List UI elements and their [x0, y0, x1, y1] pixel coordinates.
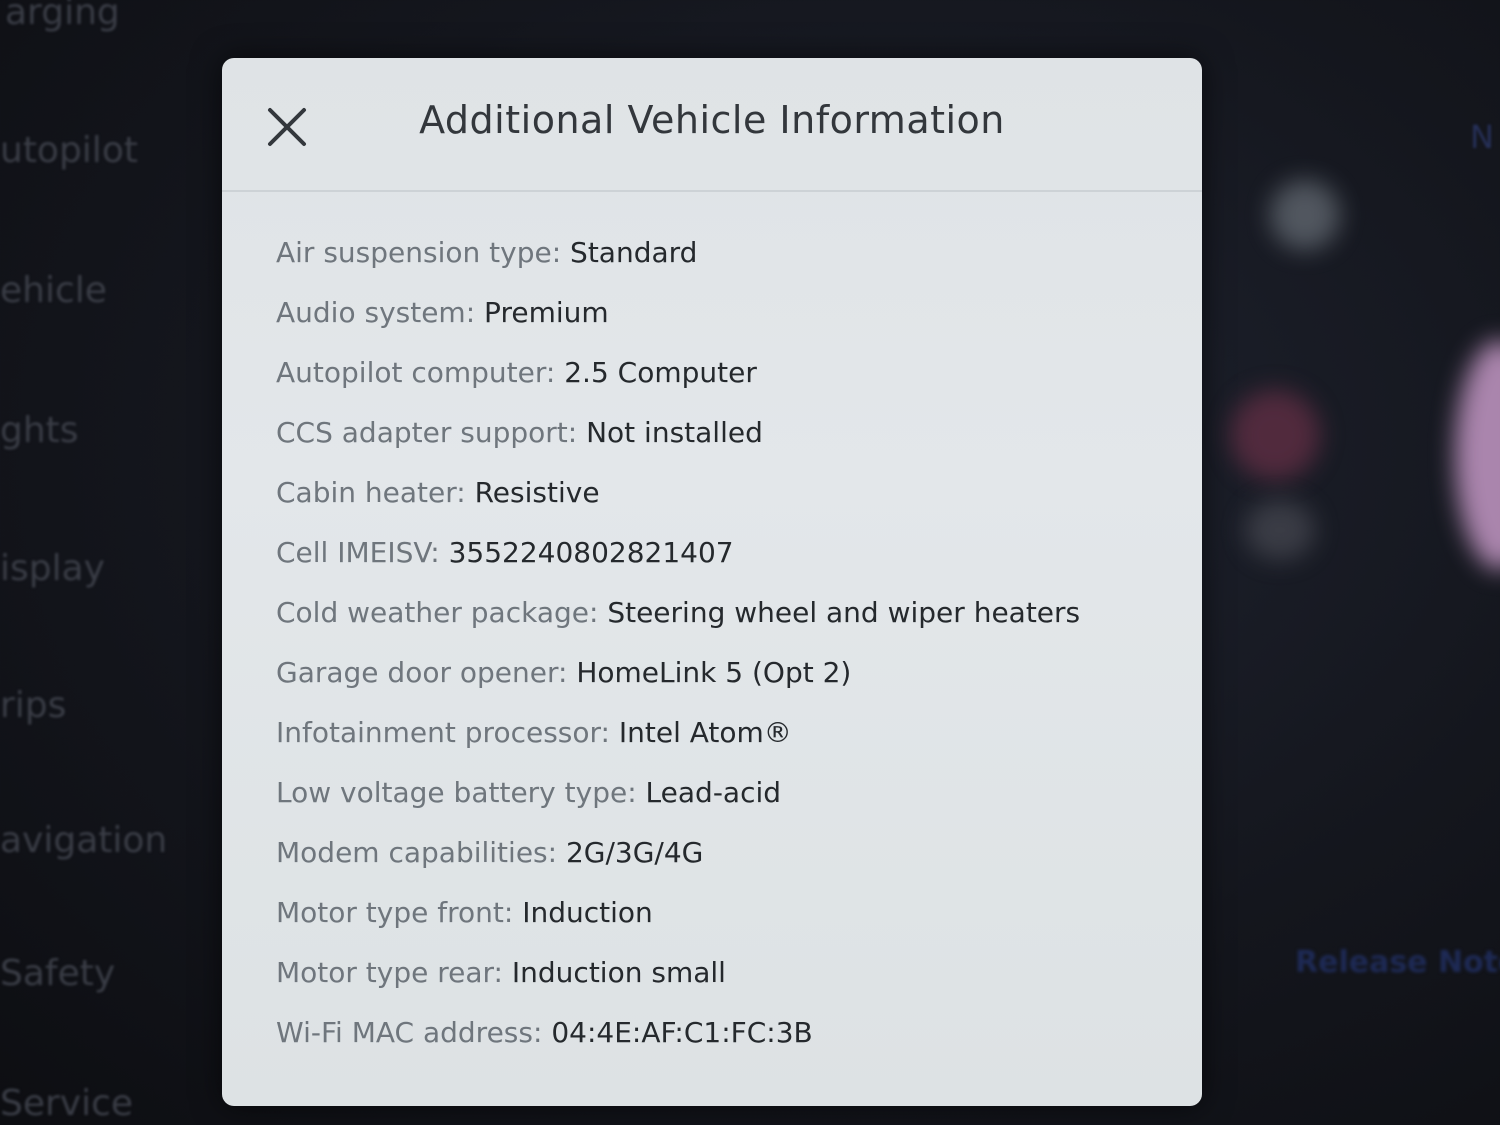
info-label: Motor type rear: [276, 956, 512, 989]
info-label: Air suspension type: [276, 236, 571, 269]
info-row-cabin-heater: Cabin heater: Resistive [276, 468, 1176, 528]
info-row-motor-rear: Motor type rear: Induction small [276, 948, 1176, 1008]
vehicle-info-list: Air suspension type: Standard Audio syst… [276, 228, 1176, 1068]
info-label: Audio system: [276, 296, 485, 329]
info-value: 2G/3G/4G [565, 836, 704, 869]
info-value: Premium [484, 296, 609, 329]
info-value: Lead-acid [645, 776, 782, 809]
info-label: Infotainment processor: [276, 716, 619, 749]
info-row-ccs-adapter: CCS adapter support: Not installed [276, 408, 1176, 468]
info-value: 2.5 Computer [564, 356, 757, 389]
info-value: 04:4E:AF:C1:FC:3B [551, 1016, 813, 1049]
info-row-battery-type: Low voltage battery type: Lead-acid [276, 768, 1176, 828]
info-label: Garage door opener: [276, 656, 577, 689]
info-value: Steering wheel and wiper heaters [607, 596, 1081, 629]
info-label: CCS adapter support: [276, 416, 587, 449]
modal-header: Additional Vehicle Information [222, 58, 1202, 192]
info-row-garage-door: Garage door opener: HomeLink 5 (Opt 2) [276, 648, 1176, 708]
info-row-motor-front: Motor type front: Induction [276, 888, 1176, 948]
info-value: Standard [570, 236, 698, 269]
menu-item-trips[interactable]: rips [0, 685, 66, 726]
reflection-highlight [1230, 390, 1320, 480]
info-value: Not installed [586, 416, 763, 449]
menu-item-service[interactable]: Service [0, 1083, 133, 1124]
info-value: 3552240802821407 [448, 536, 734, 569]
corner-label: N [1470, 118, 1494, 156]
info-row-wifi-mac: Wi-Fi MAC address: 04:4E:AF:C1:FC:3B [276, 1008, 1176, 1068]
reflection-highlight [1270, 180, 1340, 250]
vehicle-info-modal: Additional Vehicle Information Air suspe… [222, 58, 1202, 1106]
info-label: Modem capabilities: [276, 836, 566, 869]
info-label: Cabin heater: [276, 476, 475, 509]
menu-item-navigation[interactable]: avigation [0, 820, 167, 861]
reflection-highlight [1455, 340, 1500, 570]
info-value: HomeLink 5 (Opt 2) [576, 656, 852, 689]
info-label: Cell IMEISV: [276, 536, 449, 569]
info-row-infotainment: Infotainment processor: Intel Atom® [276, 708, 1176, 768]
info-row-cold-weather: Cold weather package: Steering wheel and… [276, 588, 1176, 648]
settings-side-menu: arging utopilot ehicle ghts isplay rips … [0, 0, 230, 1125]
info-row-autopilot-computer: Autopilot computer: 2.5 Computer [276, 348, 1176, 408]
info-label: Wi-Fi MAC address: [276, 1016, 552, 1049]
info-row-audio-system: Audio system: Premium [276, 288, 1176, 348]
info-row-air-suspension: Air suspension type: Standard [276, 228, 1176, 288]
info-label: Cold weather package: [276, 596, 608, 629]
modal-title: Additional Vehicle Information [419, 98, 1005, 142]
menu-item-charging[interactable]: arging [5, 0, 120, 33]
info-row-cell-imeisv: Cell IMEISV: 3552240802821407 [276, 528, 1176, 588]
info-value: Intel Atom® [618, 716, 792, 749]
menu-item-autopilot[interactable]: utopilot [0, 130, 138, 171]
menu-item-vehicle[interactable]: ehicle [0, 270, 107, 311]
info-value: Resistive [474, 476, 600, 509]
info-value: Induction [522, 896, 653, 929]
info-row-modem: Modem capabilities: 2G/3G/4G [276, 828, 1176, 888]
info-label: Low voltage battery type: [276, 776, 646, 809]
release-notes-link[interactable]: Release Note [1295, 945, 1500, 980]
info-label: Autopilot computer: [276, 356, 565, 389]
menu-item-display[interactable]: isplay [0, 548, 105, 589]
info-value: Induction small [511, 956, 726, 989]
menu-item-lights[interactable]: ghts [0, 410, 79, 451]
reflection-highlight [1245, 500, 1315, 560]
info-label: Motor type front: [276, 896, 523, 929]
menu-item-safety[interactable]: Safety [0, 953, 115, 994]
